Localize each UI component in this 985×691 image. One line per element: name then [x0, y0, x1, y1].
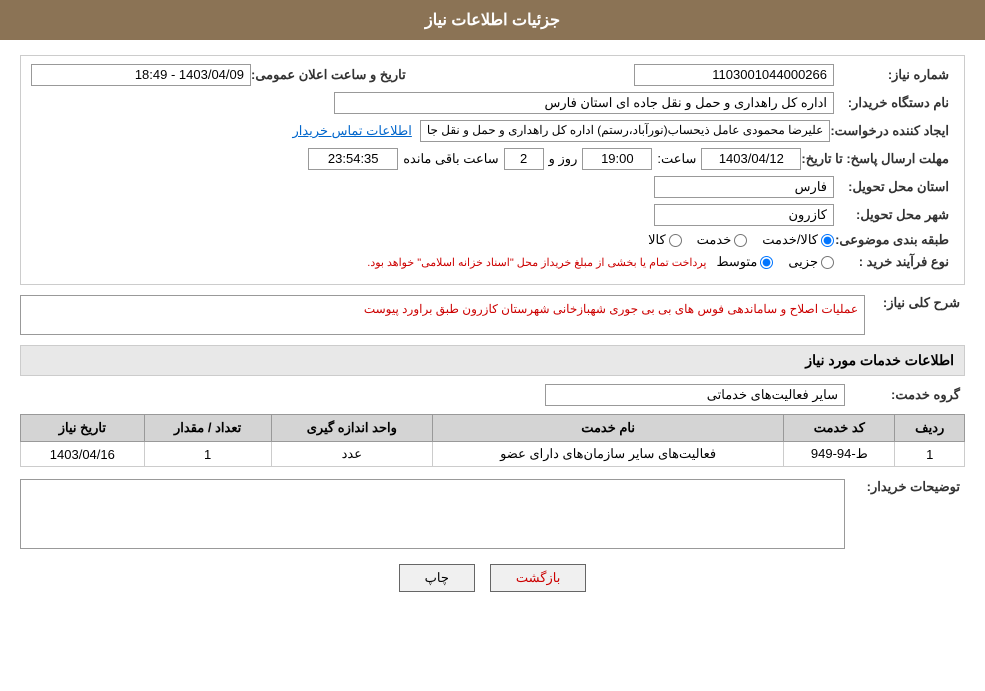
category-label: طبقه بندی موضوعی:	[834, 232, 954, 248]
creator-label: ایجاد کننده درخواست:	[830, 123, 954, 139]
description-value: عملیات اصلاح و ساماندهی فوس های بی بی جو…	[20, 295, 865, 335]
col-quantity: تعداد / مقدار	[144, 415, 271, 442]
radio-jozyi[interactable]: جزیی	[788, 254, 834, 270]
creator-link[interactable]: اطلاعات تماس خریدار	[292, 123, 411, 139]
response-date-label: مهلت ارسال پاسخ: تا تاریخ:	[801, 151, 954, 167]
row-response-date: مهلت ارسال پاسخ: تا تاریخ: 1403/04/12 سا…	[31, 148, 954, 170]
col-unit: واحد اندازه گیری	[271, 415, 433, 442]
table-body: 1ط-94-949فعالیت‌های سایر سازمان‌های دارا…	[21, 442, 965, 467]
creator-value: علیرضا محمودی عامل ذیحساب(نورآباد،رستم) …	[420, 120, 830, 142]
row-buyer-notes: توضیحات خریدار:	[20, 479, 965, 549]
row-service-group: گروه خدمت: سایر فعالیت‌های خدماتی	[20, 384, 965, 406]
print-button[interactable]: چاپ	[399, 564, 475, 592]
row-need-announce: شماره نیاز: 1103001044000266 تاریخ و ساع…	[31, 64, 954, 86]
announce-date-value: 1403/04/09 - 18:49	[31, 64, 251, 86]
button-row: بازگشت چاپ	[20, 564, 965, 592]
row-creator: ایجاد کننده درخواست: علیرضا محمودی عامل …	[31, 120, 954, 142]
table-header-row: ردیف کد خدمت نام خدمت واحد اندازه گیری ت…	[21, 415, 965, 442]
purchase-type-label: نوع فرآیند خرید :	[834, 254, 954, 270]
purchase-note: پرداخت تمام یا بخشی از مبلغ خریداز محل "…	[367, 256, 706, 269]
buyer-notes-textarea[interactable]	[20, 479, 845, 549]
radio-motavaset[interactable]: متوسط	[716, 254, 773, 270]
radio-khadamat[interactable]: خدمت	[697, 232, 748, 248]
col-row-num: ردیف	[895, 415, 965, 442]
response-days-value: 2	[504, 148, 544, 170]
col-service-code: کد خدمت	[784, 415, 895, 442]
row-purchase-type: نوع فرآیند خرید : جزیی متوسط پرداخت تمام…	[31, 254, 954, 270]
page-header: جزئیات اطلاعات نیاز	[0, 0, 985, 40]
row-province: استان محل تحویل: فارس	[31, 176, 954, 198]
city-value: کازرون	[654, 204, 834, 226]
back-button[interactable]: بازگشت	[490, 564, 586, 592]
radio-kala[interactable]: کالا	[648, 232, 682, 248]
province-value: فارس	[654, 176, 834, 198]
content-area: شماره نیاز: 1103001044000266 تاریخ و ساع…	[0, 40, 985, 617]
page-title: جزئیات اطلاعات نیاز	[425, 12, 560, 29]
need-number-label: شماره نیاز:	[834, 67, 954, 83]
category-radio-group: کالا/خدمت خدمت کالا	[648, 232, 834, 248]
need-number-value: 1103001044000266	[634, 64, 834, 86]
page-container: جزئیات اطلاعات نیاز شماره نیاز: 11030010…	[0, 0, 985, 691]
response-days-label: روز و	[549, 151, 578, 167]
buyer-org-label: نام دستگاه خریدار:	[834, 95, 954, 111]
info-section: شماره نیاز: 1103001044000266 تاریخ و ساع…	[20, 55, 965, 285]
remaining-time-label: ساعت باقی مانده	[403, 151, 498, 167]
row-city: شهر محل تحویل: کازرون	[31, 204, 954, 226]
announce-date-label: تاریخ و ساعت اعلان عمومی:	[251, 67, 411, 83]
buyer-notes-label: توضیحات خریدار:	[845, 479, 965, 495]
services-section-title: اطلاعات خدمات مورد نیاز	[20, 345, 965, 376]
description-label: شرح کلی نیاز:	[865, 295, 965, 311]
remaining-time-value: 23:54:35	[308, 148, 398, 170]
table-row: 1ط-94-949فعالیت‌های سایر سازمان‌های دارا…	[21, 442, 965, 467]
col-need-date: تاریخ نیاز	[21, 415, 145, 442]
row-description: شرح کلی نیاز: عملیات اصلاح و ساماندهی فو…	[20, 295, 965, 335]
city-label: شهر محل تحویل:	[834, 207, 954, 223]
col-service-name: نام خدمت	[433, 415, 784, 442]
response-time-value: 19:00	[582, 148, 652, 170]
service-group-value: سایر فعالیت‌های خدماتی	[545, 384, 845, 406]
buyer-org-value: اداره کل راهداری و حمل و نقل جاده ای است…	[334, 92, 834, 114]
purchase-radio-group: جزیی متوسط	[716, 254, 834, 270]
row-buyer-org: نام دستگاه خریدار: اداره کل راهداری و حم…	[31, 92, 954, 114]
response-time-label: ساعت:	[657, 151, 696, 167]
province-label: استان محل تحویل:	[834, 179, 954, 195]
services-table: ردیف کد خدمت نام خدمت واحد اندازه گیری ت…	[20, 414, 965, 467]
response-date-value: 1403/04/12	[701, 148, 801, 170]
row-category: طبقه بندی موضوعی: کالا/خدمت خدمت کالا	[31, 232, 954, 248]
service-group-label: گروه خدمت:	[845, 387, 965, 403]
radio-kala-khadamat[interactable]: کالا/خدمت	[762, 232, 834, 248]
